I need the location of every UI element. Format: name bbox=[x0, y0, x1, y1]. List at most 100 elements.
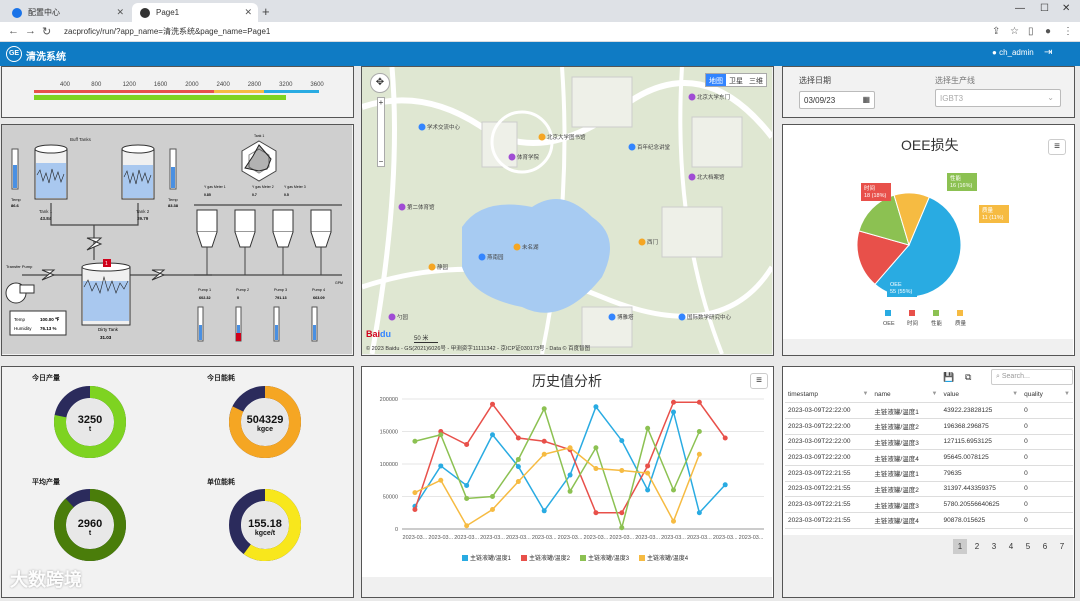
map-poi-marker bbox=[688, 93, 696, 101]
hamburger-menu-icon[interactable]: ≡ bbox=[750, 373, 768, 389]
page-button[interactable]: 1 bbox=[953, 539, 967, 554]
column-header[interactable]: timestamp ▼ bbox=[785, 387, 872, 404]
filter-icon[interactable]: ▼ bbox=[932, 391, 938, 397]
reload-icon[interactable]: ↻ bbox=[42, 25, 51, 38]
page-button[interactable]: 7 bbox=[1055, 539, 1069, 554]
line-select[interactable]: IGBT3 ⌄ bbox=[935, 89, 1061, 107]
column-header[interactable]: value ▼ bbox=[940, 387, 1022, 404]
legend-swatch bbox=[933, 310, 939, 316]
user-menu[interactable]: ● ch_admin bbox=[992, 48, 1034, 57]
legend-label: 主链液罐/温度2 bbox=[529, 556, 571, 562]
search-input[interactable]: ⌕ Search... bbox=[991, 369, 1073, 385]
valve3-value: 0.5 bbox=[284, 193, 289, 197]
legend-item[interactable]: 主链液罐/温度4 bbox=[639, 553, 688, 562]
back-icon[interactable]: ← bbox=[8, 25, 19, 37]
date-input[interactable]: 03/09/23 ▦ bbox=[799, 91, 875, 109]
legend-swatch bbox=[957, 310, 963, 316]
page-button[interactable]: 3 bbox=[987, 539, 1001, 554]
pump-body bbox=[310, 209, 332, 233]
gauge-tick-label: 800 bbox=[91, 82, 102, 88]
forward-icon[interactable]: → bbox=[25, 25, 36, 37]
zoom-out-icon[interactable]: − bbox=[378, 157, 384, 166]
gauge-tick-label: 1600 bbox=[154, 82, 168, 88]
map-poi-label: 西门 bbox=[647, 238, 658, 246]
column-header[interactable]: quality ▼ bbox=[1021, 387, 1073, 404]
map-panel: 学术交流中心 体育学院 北京大学图书馆 百年纪念讲堂 北京大学东门 未名湖 博雅塔 第二体育馆… bbox=[361, 66, 774, 356]
page-button[interactable]: 5 bbox=[1021, 539, 1035, 554]
username: ch_admin bbox=[999, 48, 1034, 57]
tab-close-icon[interactable]: ✕ bbox=[244, 7, 252, 18]
series-point bbox=[438, 463, 444, 469]
minimize-button[interactable]: — bbox=[1015, 3, 1025, 14]
pie-callout-value: 16 (16%) bbox=[950, 183, 972, 189]
table-cell: 90878.015625 bbox=[940, 512, 1022, 529]
table-row[interactable]: 2023-03-09T22:21:55 主链液罐/温度2 31397.4433593… bbox=[785, 481, 1073, 498]
tab-close-icon[interactable]: ✕ bbox=[116, 7, 124, 18]
address-bar[interactable]: zacproficy/run/?app_name=清洗系统&page_name=… bbox=[64, 25, 270, 39]
series-point bbox=[541, 508, 547, 514]
close-window-button[interactable]: ✕ bbox=[1062, 3, 1070, 14]
filter-icon[interactable]: ▼ bbox=[1012, 391, 1018, 397]
map-type-satellite[interactable]: 卫星 bbox=[726, 74, 746, 86]
series-point bbox=[490, 507, 495, 512]
calendar-icon[interactable]: ▦ bbox=[862, 95, 870, 104]
table-row[interactable]: 2023-03-09T22:22:00 主链液罐/温度2 196368.296875… bbox=[785, 418, 1073, 435]
process-diagram: Buff Tanks Tank 1 43.84 Tank 2 39.79 Tem… bbox=[2, 125, 352, 354]
table-row[interactable]: 2023-03-09T22:21:55 主链液罐/温度3 5780.20556640… bbox=[785, 496, 1073, 513]
table-row[interactable]: 2023-03-09T22:22:00 主链液罐/温度4 95645.0078125… bbox=[785, 449, 1073, 466]
valve2-value: 0.7 bbox=[252, 193, 257, 197]
new-tab-button[interactable]: + bbox=[262, 4, 270, 19]
profile-icon[interactable]: ● bbox=[1045, 26, 1051, 37]
readout-hum-value: 76.13 % bbox=[40, 326, 57, 331]
page-button[interactable]: 4 bbox=[1004, 539, 1018, 554]
legend-item[interactable]: 主链液罐/温度3 bbox=[580, 553, 629, 562]
legend-item[interactable]: 主链液罐/温度2 bbox=[521, 553, 570, 562]
table-cell: 0 bbox=[1021, 418, 1073, 435]
page-button[interactable]: 6 bbox=[1038, 539, 1052, 554]
baidu-map[interactable]: 学术交流中心体育学院 北京大学图书馆百年纪念讲堂 北京大学东门未名湖博雅塔 第二体育馆… bbox=[362, 67, 773, 355]
pump-label: Pump 2 bbox=[236, 288, 249, 292]
share-icon[interactable]: ⇪ bbox=[992, 26, 1000, 37]
zoom-in-icon[interactable]: + bbox=[378, 98, 384, 107]
table-cell: 196368.296875 bbox=[940, 418, 1022, 435]
table-row[interactable]: 2023-03-09T22:22:00 主链液罐/温度3 127115.695312… bbox=[785, 434, 1073, 451]
map-type-normal[interactable]: 地图 bbox=[706, 74, 726, 86]
legend-item[interactable]: 主链液罐/温度1 bbox=[462, 553, 511, 562]
map-type-3d[interactable]: 三维 bbox=[746, 74, 766, 86]
table-row[interactable]: 2023-03-09T22:22:00 主链液罐/温度1 43922.2382812… bbox=[785, 402, 1073, 419]
table-panel: 💾 ⧉ ⌕ Search... timestamp ▼ name ▼ value ▼ qua… bbox=[782, 366, 1075, 598]
filter-icon[interactable]: ▼ bbox=[862, 391, 868, 397]
column-header[interactable]: name ▼ bbox=[871, 387, 941, 404]
sidebar-icon[interactable]: ▯ bbox=[1028, 26, 1034, 37]
map-zoom-slider[interactable]: + − bbox=[377, 97, 385, 167]
bookmark-star-icon[interactable]: ☆ bbox=[1010, 26, 1019, 37]
kpi-value: 504329 kgce bbox=[246, 414, 284, 433]
logout-icon[interactable]: ⇥ bbox=[1044, 47, 1052, 58]
map-pan-control[interactable]: ✥ bbox=[370, 73, 390, 93]
table-cell: 0 bbox=[1021, 496, 1073, 513]
data-table: timestamp ▼ name ▼ value ▼ quality ▼ 2023-03-09… bbox=[785, 387, 1073, 535]
map-poi-marker bbox=[513, 243, 521, 251]
table-cell: 主链液罐/温度3 bbox=[871, 496, 941, 513]
maximize-button[interactable]: ☐ bbox=[1040, 3, 1049, 14]
series-point bbox=[438, 477, 444, 483]
browser-tab-page1[interactable]: Page1 ✕ bbox=[132, 3, 258, 22]
table-cell: 主链液罐/温度1 bbox=[871, 465, 941, 482]
page-button[interactable]: 2 bbox=[970, 539, 984, 554]
table-row[interactable]: 2023-03-09T22:21:55 主链液罐/温度1 79635 0 bbox=[785, 465, 1073, 482]
legend-swatch bbox=[521, 554, 528, 561]
table-row[interactable]: 2023-03-09T22:21:55 主链液罐/温度4 90878.015625 0 bbox=[785, 512, 1073, 529]
table-cell: 2023-03-09T22:22:00 bbox=[785, 434, 872, 451]
date-label: 选择日期 bbox=[799, 76, 831, 85]
series-point bbox=[464, 442, 470, 447]
export-icon[interactable]: ⧉ bbox=[965, 372, 971, 383]
filter-icon[interactable]: ▼ bbox=[1064, 391, 1070, 397]
save-icon[interactable]: 💾 bbox=[943, 372, 954, 383]
series-point bbox=[593, 445, 599, 451]
more-menu-icon[interactable]: ⋮ bbox=[1063, 26, 1073, 37]
tab-favicon-icon bbox=[140, 7, 150, 18]
valve2-label: Y gas Meter 2 bbox=[252, 185, 274, 189]
app-header: GE 清洗系统 ● ch_admin ⇥ bbox=[0, 42, 1080, 66]
map-poi-label: 国际数学研究中心 bbox=[687, 313, 732, 321]
browser-tab-config[interactable]: 配置中心 ✕ bbox=[4, 3, 130, 22]
